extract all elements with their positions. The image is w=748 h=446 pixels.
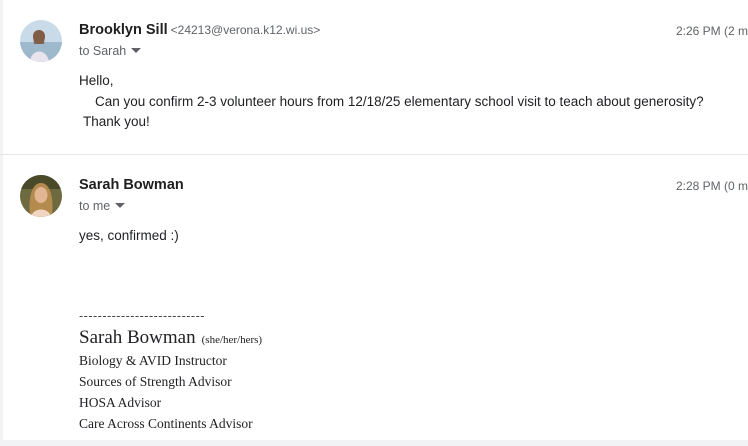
sender-line: Sarah Bowman <box>79 177 184 193</box>
signature-title: Care Across Continents Advisor <box>79 416 253 431</box>
profile-photo-icon <box>20 175 62 217</box>
signature-title: Sources of Strength Advisor <box>79 374 232 389</box>
body-greeting: Hello, <box>79 73 114 88</box>
avatar-sarah[interactable] <box>20 175 62 217</box>
recipient-toggle[interactable]: to Sarah <box>79 44 142 58</box>
body-request: Can you confirm 2-3 volunteer hours from… <box>95 94 704 109</box>
recipient-toggle[interactable]: to me <box>79 199 126 213</box>
message-time[interactable]: 2:26 PM (2 m <box>676 24 748 38</box>
sender-name[interactable]: Sarah Bowman <box>79 177 184 193</box>
message-time[interactable]: 2:28 PM (0 m <box>676 179 748 193</box>
sender-email: <24213@verona.k12.wi.us> <box>170 23 321 37</box>
signature-name: Sarah Bowman <box>79 327 196 348</box>
sender-name[interactable]: Brooklyn Sill <box>79 22 168 38</box>
chevron-down-icon <box>115 203 126 208</box>
body-reply: yes, confirmed :) <box>79 228 179 243</box>
sender-line: Brooklyn Sill <24213@verona.k12.wi.us> <box>79 22 320 38</box>
signature-title: HOSA Advisor <box>79 395 162 410</box>
message-2: Sarah Bowman to me 2:28 PM (0 m yes, con… <box>0 155 748 446</box>
body-thanks: Thank you! <box>83 114 150 129</box>
recipient-label: to Sarah <box>79 44 127 58</box>
thread-bottom-edge <box>0 440 748 446</box>
avatar-brooklyn[interactable] <box>20 20 62 62</box>
profile-photo-icon <box>20 20 62 62</box>
recipient-label: to me <box>79 199 111 213</box>
signature-pronouns: (she/her/hers) <box>201 334 263 346</box>
signature-title: Biology & AVID Instructor <box>79 353 227 368</box>
signature: --------------------------- Sarah Bowman… <box>79 309 262 432</box>
signature-separator: --------------------------- <box>79 309 205 323</box>
message-1: Brooklyn Sill <24213@verona.k12.wi.us> to… <box>0 0 748 154</box>
chevron-down-icon <box>131 48 142 53</box>
